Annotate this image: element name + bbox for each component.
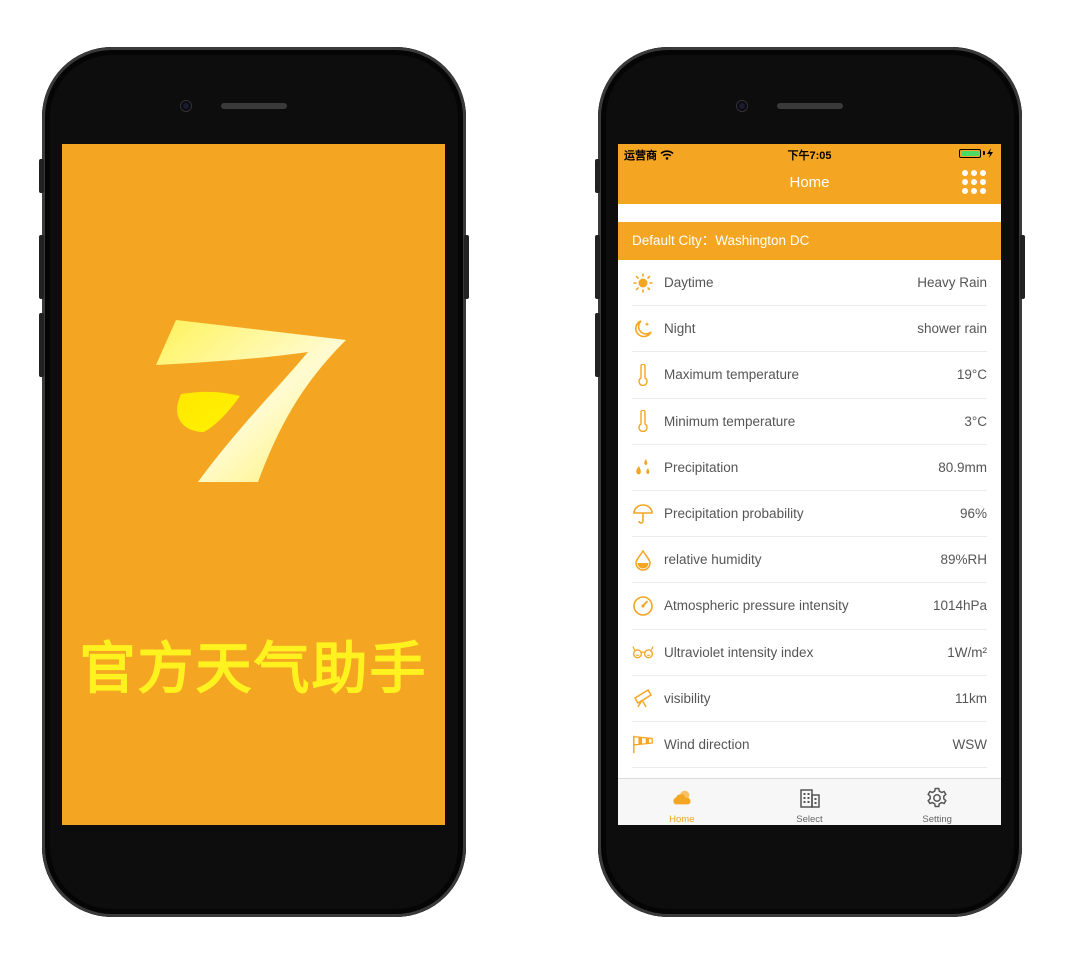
row-value: 19°C — [956, 367, 987, 383]
row-label: relative humidity — [664, 552, 762, 568]
cloud-sun-icon — [671, 787, 693, 809]
row-label: Precipitation — [664, 459, 739, 475]
row-value: 11km — [954, 690, 987, 706]
row-label: Precipitation probability — [664, 506, 804, 522]
list-item-daytime[interactable]: Daytime Heavy Rain — [632, 260, 987, 307]
status-bar: 运营商 下午7:05 — [618, 144, 1001, 162]
list-item-max-temperature[interactable]: Maximum temperature 19°C — [632, 352, 987, 399]
row-label: Maximum temperature — [664, 367, 800, 383]
thermometer-icon — [632, 363, 654, 386]
row-value: 1014hPa — [932, 598, 987, 614]
page-title: Home — [789, 174, 830, 191]
sunglasses-icon — [632, 641, 654, 663]
earpiece-speaker — [777, 103, 843, 109]
row-label: visibility — [664, 690, 711, 706]
grid-menu-icon[interactable] — [962, 170, 986, 194]
umbrella-icon — [632, 503, 654, 525]
weather-detail-list: Daytime Heavy Rain Night shower rain Max… — [618, 260, 1001, 769]
tab-label: Home — [669, 814, 695, 825]
list-item-precipitation-probability[interactable]: Precipitation probability 96% — [632, 491, 987, 538]
list-item-visibility[interactable]: visibility 11km — [632, 676, 987, 722]
row-value: 89%RH — [940, 552, 987, 568]
row-label: Wind direction — [664, 736, 750, 752]
row-value: 3°C — [964, 413, 987, 429]
list-item-night[interactable]: Night shower rain — [632, 306, 987, 353]
row-label: Minimum temperature — [664, 413, 796, 429]
building-icon — [799, 787, 821, 809]
battery-indicator — [959, 148, 993, 158]
raindrops-icon — [632, 456, 654, 478]
list-item-ultraviolet-index[interactable]: Ultraviolet intensity index 1W/m² — [632, 630, 987, 676]
nav-bar: Home — [618, 162, 1001, 204]
moon-icon — [632, 318, 654, 340]
gear-icon — [926, 787, 948, 809]
row-value: 80.9mm — [938, 459, 987, 475]
thermometer-icon — [632, 410, 654, 433]
splash-app-title: 官方天气助手 — [79, 637, 428, 702]
row-label: Atmospheric pressure intensity — [664, 598, 849, 614]
humidity-drop-icon — [632, 549, 654, 571]
tab-home[interactable]: Home — [618, 779, 746, 825]
list-item-relative-humidity[interactable]: relative humidity 89%RH — [632, 537, 987, 584]
volume-up-button — [39, 235, 44, 299]
volume-down-button — [595, 313, 600, 377]
tab-select[interactable]: Select — [746, 779, 874, 825]
row-value: shower rain — [917, 321, 987, 337]
list-item-atmospheric-pressure[interactable]: Atmospheric pressure intensity 1014hPa — [632, 583, 987, 630]
row-value: 96% — [959, 506, 987, 522]
seven-logo-icon — [156, 320, 346, 482]
row-value: WSW — [952, 736, 988, 752]
volume-down-button — [39, 313, 44, 377]
power-button — [1020, 235, 1025, 299]
list-item-precipitation[interactable]: Precipitation 80.9mm — [632, 445, 987, 491]
list-item-min-temperature[interactable]: Minimum temperature 3°C — [632, 399, 987, 445]
tab-label: Setting — [922, 814, 952, 825]
row-label: Daytime — [664, 275, 714, 291]
windsock-icon — [632, 733, 654, 755]
splash-screen: 官方天气助手 — [62, 144, 445, 825]
default-city-bar[interactable]: Default City：Washington DC — [618, 222, 1001, 260]
battery-icon — [959, 148, 981, 158]
row-value: 1W/m² — [947, 644, 987, 660]
phone-frame-right: 运营商 下午7:05 Home Default City：Washington … — [595, 47, 1025, 917]
home-screen: 运营商 下午7:05 Home Default City：Washington … — [618, 144, 1001, 825]
row-value: Heavy Rain — [917, 275, 987, 291]
charging-icon — [987, 148, 993, 158]
power-button — [464, 235, 469, 299]
tab-setting[interactable]: Setting — [873, 779, 1001, 825]
front-camera — [737, 101, 747, 111]
mute-switch — [595, 159, 600, 193]
mute-switch — [39, 159, 44, 193]
status-time: 下午7:05 — [787, 150, 832, 162]
tab-bar: Home Select Setting — [618, 778, 1001, 825]
gauge-icon — [632, 595, 654, 617]
front-camera — [181, 101, 191, 111]
list-item-wind-direction[interactable]: Wind direction WSW — [632, 722, 988, 769]
phone-frame-left: 官方天气助手 — [39, 47, 469, 917]
row-label: Night — [664, 321, 696, 337]
header-spacer — [618, 204, 1001, 222]
earpiece-speaker — [221, 103, 287, 109]
row-label: Ultraviolet intensity index — [664, 644, 814, 660]
telescope-icon — [632, 687, 654, 709]
volume-up-button — [595, 235, 600, 299]
sun-icon — [632, 272, 654, 294]
tab-label: Select — [796, 814, 823, 825]
